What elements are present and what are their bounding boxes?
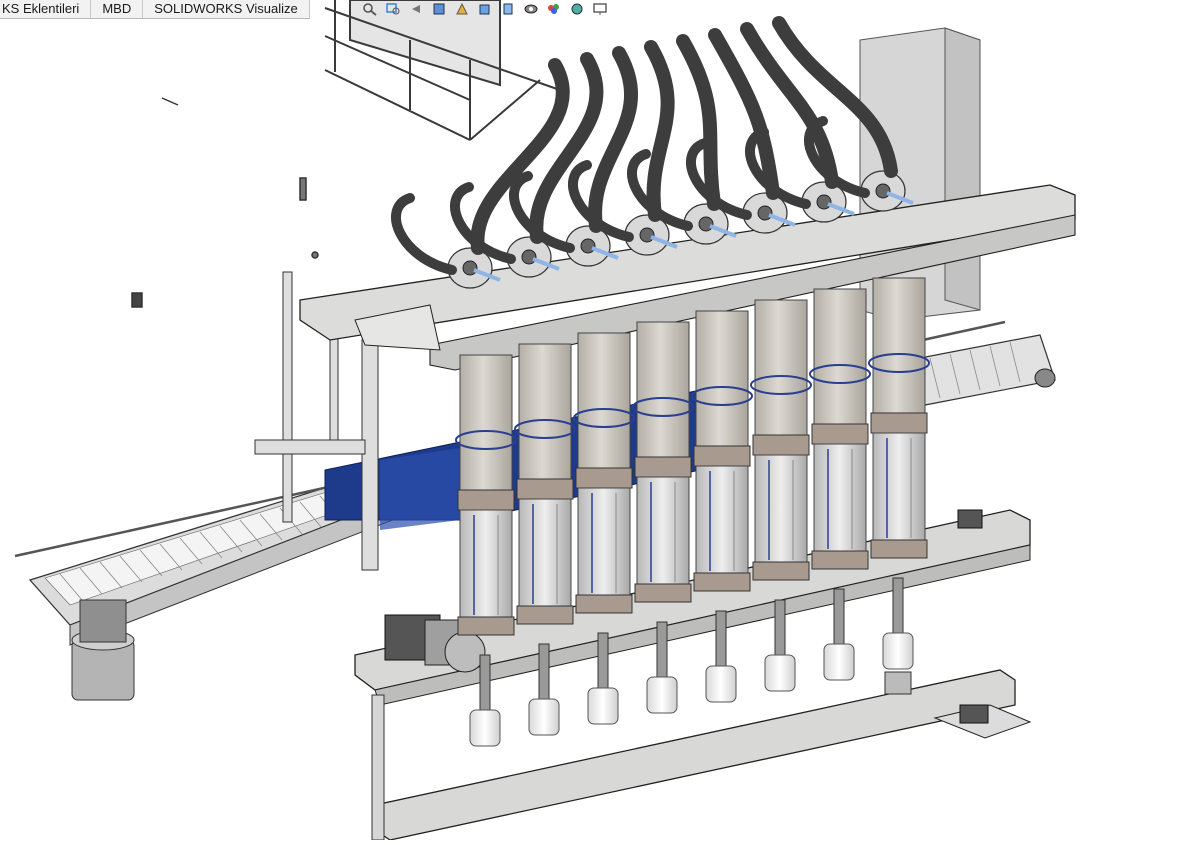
collar-block: [693, 445, 751, 467]
edit-appearance-icon[interactable]: [544, 1, 564, 17]
collar-block: [516, 478, 574, 500]
filling-cup: [528, 698, 560, 736]
material-cylinder: [695, 310, 749, 452]
material-cylinder: [754, 299, 808, 441]
end-cap: [634, 583, 692, 603]
material-cylinder: [518, 343, 572, 485]
material-cylinder: [872, 277, 926, 419]
nozzle-rod: [833, 588, 845, 645]
material-cylinder: [813, 288, 867, 430]
filling-cup: [764, 654, 796, 692]
pneumatic-cylinder: [518, 498, 572, 610]
hose: [644, 40, 675, 222]
bottom-crossbar: [371, 669, 1032, 841]
collar-block: [752, 434, 810, 456]
end-cap: [516, 605, 574, 625]
tab-solidworks-visualize[interactable]: SOLIDWORKS Visualize: [143, 0, 310, 18]
nozzle-rod: [774, 599, 786, 656]
collar-block: [634, 456, 692, 478]
scene-icon[interactable]: [567, 1, 587, 17]
nozzle-rod: [656, 621, 668, 678]
collar-block: [457, 489, 515, 511]
pneumatic-cylinder: [872, 432, 926, 544]
valve-hub: [875, 183, 891, 199]
valve-hub: [521, 249, 537, 265]
nozzle-rod: [538, 643, 550, 700]
filling-cup: [646, 676, 678, 714]
zoom-area-icon[interactable]: [383, 1, 403, 17]
pneumatic-cylinder: [577, 487, 631, 599]
display-style-icon[interactable]: [498, 1, 518, 17]
filling-cup: [823, 643, 855, 681]
heads-up-view-toolbar: [360, 0, 610, 18]
nozzle-rod: [597, 632, 609, 689]
pneumatic-cylinder: [695, 465, 749, 577]
end-cap: [457, 616, 515, 636]
pneumatic-cylinder: [636, 476, 690, 588]
valve-hub: [816, 194, 832, 210]
pneumatic-cylinder: [754, 454, 808, 566]
filling-cup: [587, 687, 619, 725]
display-settings-icon[interactable]: [590, 1, 610, 17]
valve-hub: [639, 227, 655, 243]
pneumatic-cylinder: [459, 509, 513, 621]
material-cylinder: [636, 321, 690, 463]
conveyor-motor: [71, 599, 135, 701]
tab-ks-eklentileri[interactable]: KS Eklentileri: [0, 0, 92, 18]
tab-mbd[interactable]: MBD: [91, 0, 144, 18]
section-view-icon[interactable]: [429, 1, 449, 17]
valve-hub: [462, 260, 478, 276]
material-cylinder: [577, 332, 631, 474]
valve-hub: [580, 238, 596, 254]
collar-block: [870, 412, 928, 434]
graphics-viewport[interactable]: KS Eklentileri MBD SOLIDWORKS Visualize: [0, 0, 1198, 841]
pneumatic-cylinder: [813, 443, 867, 555]
end-cap: [575, 594, 633, 614]
end-cap: [752, 561, 810, 581]
filling-cup: [882, 632, 914, 670]
filling-cup: [469, 709, 501, 747]
view-orientation-icon[interactable]: [475, 1, 495, 17]
valve-hub: [698, 216, 714, 232]
nozzle-rod: [715, 610, 727, 667]
end-cap: [693, 572, 751, 592]
return-hose: [686, 138, 752, 220]
command-manager-tabs: KS Eklentileri MBD SOLIDWORKS Visualize: [0, 0, 310, 19]
valve-hub: [757, 205, 773, 221]
collar-block: [575, 467, 633, 489]
filling-cup: [705, 665, 737, 703]
nozzle-rod: [892, 577, 904, 634]
return-hose: [391, 193, 457, 275]
end-cap: [870, 539, 928, 559]
nozzle-rod: [479, 654, 491, 711]
end-cap: [811, 550, 869, 570]
lower-crossbar: [354, 509, 1031, 706]
dynamic-annotation-icon[interactable]: [452, 1, 472, 17]
search-icon[interactable]: [360, 1, 380, 17]
previous-view-icon[interactable]: [406, 1, 426, 17]
material-cylinder: [459, 354, 513, 496]
hide-show-icon[interactable]: [521, 1, 541, 17]
collar-block: [811, 423, 869, 445]
hopper-frame: [324, 0, 561, 141]
model-assembly-view: [14, 0, 1076, 841]
